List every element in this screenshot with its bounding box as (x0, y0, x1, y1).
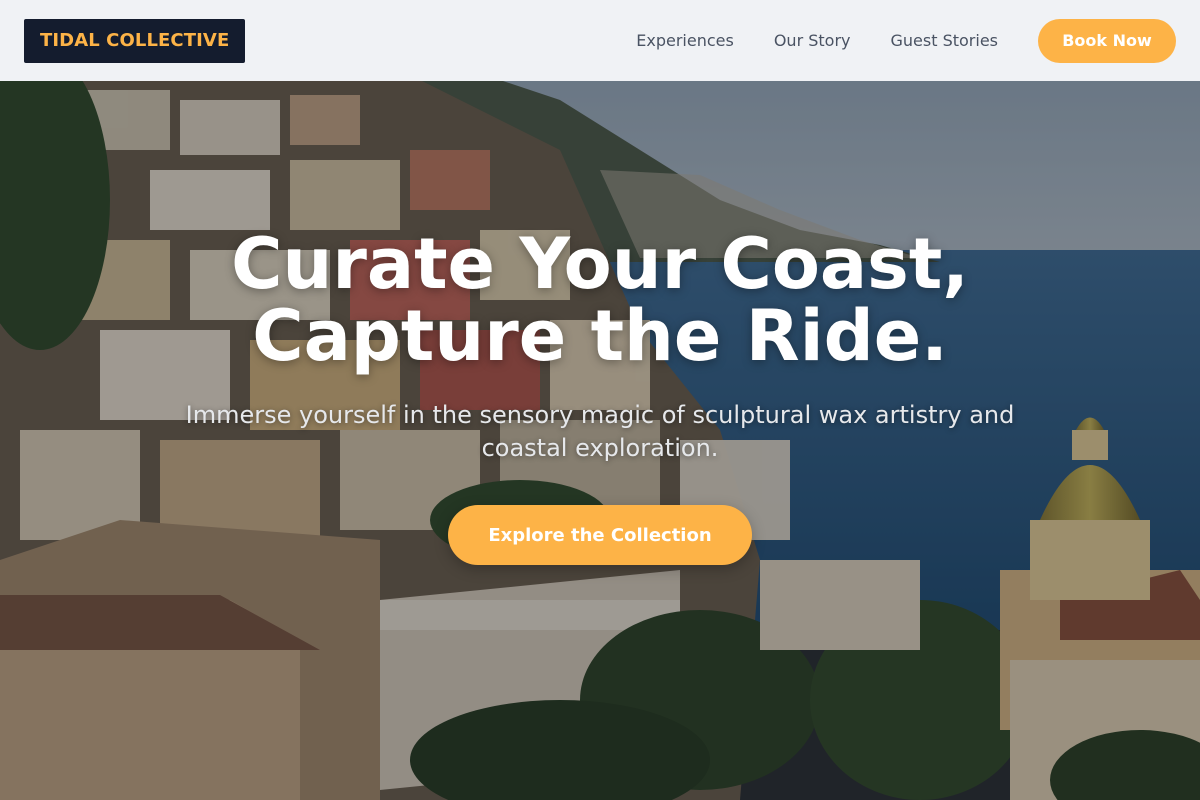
hero-subtitle: Immerse yourself in the sensory magic of… (185, 401, 1015, 462)
landing-page: TIDAL COLLECTIVE Experiences Our Story G… (0, 0, 1200, 800)
site-header: TIDAL COLLECTIVE Experiences Our Story G… (0, 0, 1200, 81)
nav-link-experiences[interactable]: Experiences (636, 31, 734, 50)
hero-title-line-1: Curate Your Coast, (231, 223, 969, 305)
nav-link-guest-stories[interactable]: Guest Stories (891, 31, 999, 50)
hero-section: Curate Your Coast, Capture the Ride. Imm… (0, 228, 1200, 565)
nav-link-our-story[interactable]: Our Story (774, 31, 851, 50)
main-nav: Experiences Our Story Guest Stories Book… (636, 18, 1176, 63)
hero-title: Curate Your Coast, Capture the Ride. (231, 228, 969, 372)
explore-collection-button[interactable]: Explore the Collection (448, 505, 752, 565)
brand-logo[interactable]: TIDAL COLLECTIVE (24, 18, 246, 63)
hero-title-line-2: Capture the Ride. (252, 295, 948, 377)
book-now-button[interactable]: Book Now (1038, 18, 1176, 63)
